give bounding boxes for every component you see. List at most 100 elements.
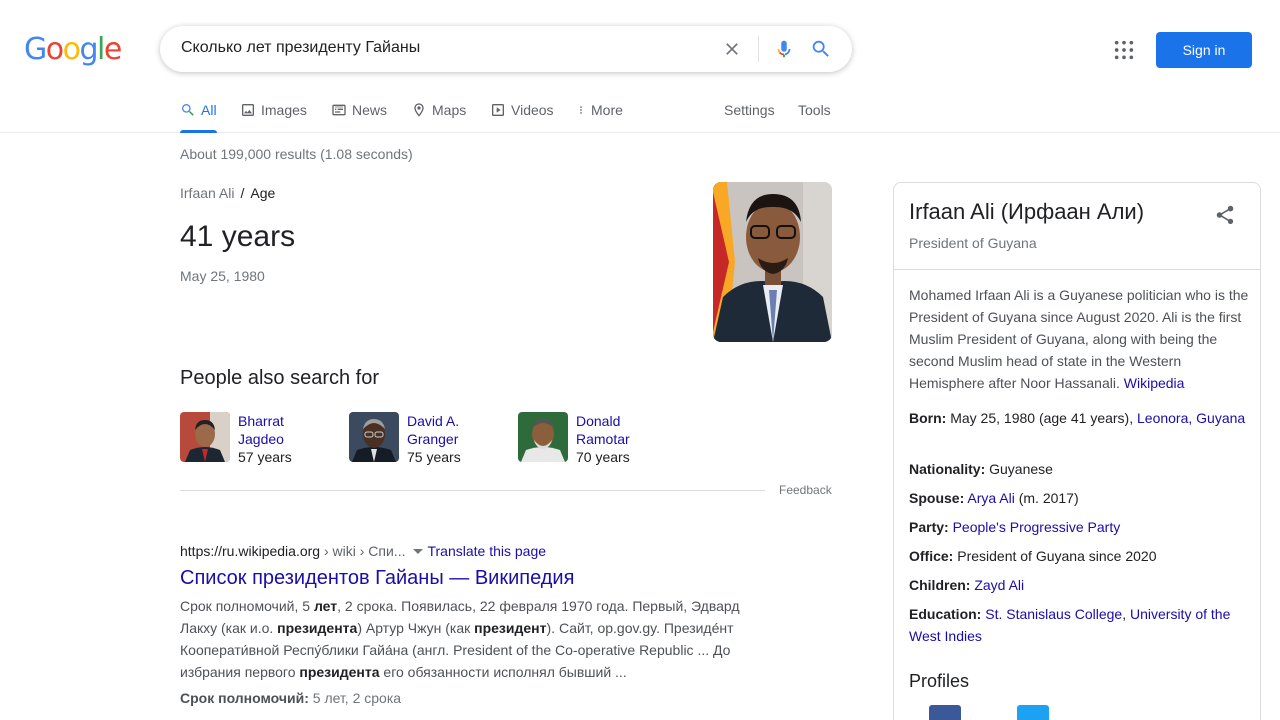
answer-value: 41 years xyxy=(180,220,296,253)
more-vert-icon xyxy=(580,106,582,114)
feedback-link[interactable]: Feedback xyxy=(779,483,832,497)
sign-in-button[interactable]: Sign in xyxy=(1156,32,1252,68)
fact-label: Office: xyxy=(909,548,954,564)
fact-born: Born: May 25, 1980 (age 41 years), Leono… xyxy=(909,407,1249,429)
tab-label: More xyxy=(591,102,623,118)
tab-maps[interactable]: Maps xyxy=(411,102,466,118)
related-person[interactable]: David A. Granger 75 years xyxy=(349,412,497,467)
fact-label: Children: xyxy=(909,577,971,593)
result-cite: https://ru.wikipedia.org › wiki › Спи...… xyxy=(180,543,546,559)
wikipedia-link[interactable]: Wikipedia xyxy=(1124,375,1185,391)
logo-letter: o xyxy=(62,32,81,67)
search-input[interactable]: Сколько лет президенту Гайаны xyxy=(181,39,420,57)
google-logo[interactable]: Google xyxy=(24,32,122,67)
twitter-icon[interactable] xyxy=(1017,705,1049,720)
tab-more[interactable]: More xyxy=(576,102,623,118)
tab-videos[interactable]: Videos xyxy=(490,102,554,118)
tab-all[interactable]: All xyxy=(180,102,217,133)
extra-value: 5 лет, 2 срока xyxy=(312,690,402,706)
fact-label: Nationality: xyxy=(909,461,986,477)
fact-link[interactable]: People's Progressive Party xyxy=(953,519,1121,535)
dropdown-arrow-icon[interactable] xyxy=(413,548,424,554)
person-thumbnail[interactable] xyxy=(518,412,568,462)
video-icon xyxy=(492,104,504,116)
answer-date: May 25, 1980 xyxy=(180,268,265,284)
tab-images[interactable]: Images xyxy=(240,102,307,118)
fact-value: May 25, 1980 (age 41 years), xyxy=(950,410,1134,426)
fact-nationality: Nationality: Guyanese xyxy=(909,458,1249,480)
tab-label: Images xyxy=(261,102,307,118)
fact-link[interactable]: Guyana xyxy=(1196,410,1245,426)
tab-tools[interactable]: Tools xyxy=(798,102,831,118)
fact-value: (m. 2017) xyxy=(1018,490,1079,506)
search-box[interactable]: Сколько лет президенту Гайаны xyxy=(160,26,852,72)
person-photo xyxy=(518,412,568,462)
tab-label: Maps xyxy=(432,102,467,118)
extra-label: Срок полномочий: xyxy=(180,690,309,706)
fact-link[interactable]: Arya Ali xyxy=(967,490,1014,506)
result-url[interactable]: https://ru.wikipedia.org xyxy=(180,543,320,559)
fact-link[interactable]: Leonora, xyxy=(1137,410,1192,426)
fact-label: Spouse: xyxy=(909,490,965,506)
search-tabs: All Images News Maps Videos More Setting… xyxy=(0,88,1280,133)
knowledge-panel: Irfaan Ali (Ирфаан Али) President of Guy… xyxy=(893,182,1261,720)
people-also-search-title: People also search for xyxy=(180,367,380,389)
image-icon xyxy=(242,104,254,116)
result-extra: Срок полномочий: 5 лет, 2 срока xyxy=(180,690,401,706)
close-icon[interactable] xyxy=(722,39,742,59)
person-age: 75 years xyxy=(407,449,461,465)
related-person[interactable]: Bharrat Jagdeo 57 years xyxy=(180,412,328,467)
search-divider xyxy=(758,36,759,62)
fact-value: Guyanese xyxy=(989,461,1053,477)
tab-settings[interactable]: Settings xyxy=(724,102,775,118)
search-icon[interactable] xyxy=(810,38,832,60)
person-name-link[interactable]: Donald Ramotar xyxy=(576,412,666,448)
logo-letter: G xyxy=(24,32,47,67)
breadcrumb-entity-link[interactable]: Irfaan Ali xyxy=(180,185,234,201)
result-stats: About 199,000 results (1.08 seconds) xyxy=(180,146,413,162)
profiles-title: Profiles xyxy=(909,671,970,691)
fact-separator: , xyxy=(1122,606,1127,622)
result-snippet: Срок полномочий, 5 лет, 2 срока. Появила… xyxy=(180,598,740,680)
tab-label: Videos xyxy=(511,102,554,118)
fact-office: Office: President of Guyana since 2020 xyxy=(909,545,1249,567)
tab-news[interactable]: News xyxy=(331,102,387,118)
result-path: › wiki › Спи... xyxy=(320,543,406,559)
fact-label: Education: xyxy=(909,606,982,622)
portrait-image[interactable] xyxy=(713,182,832,342)
person-photo xyxy=(349,412,399,462)
fact-children: Children: Zayd Ali xyxy=(909,574,1249,596)
translate-link[interactable]: Translate this page xyxy=(427,543,546,559)
facebook-icon[interactable] xyxy=(929,705,961,720)
related-person[interactable]: Donald Ramotar 70 years xyxy=(518,412,666,467)
logo-letter: e xyxy=(103,32,122,67)
kp-description: Mohamed Irfaan Ali is a Guyanese politic… xyxy=(909,284,1249,394)
logo-letter: l xyxy=(97,32,105,67)
fact-spouse: Spouse: Arya Ali (m. 2017) xyxy=(909,487,1249,509)
apps-grid-icon[interactable] xyxy=(1113,39,1135,61)
kp-divider xyxy=(894,269,1260,270)
person-name-link[interactable]: David A. Granger xyxy=(407,412,497,448)
map-pin-icon xyxy=(414,103,424,117)
share-icon[interactable] xyxy=(1214,204,1236,226)
section-divider xyxy=(180,490,765,491)
person-thumbnail[interactable] xyxy=(180,412,230,462)
fact-party: Party: People's Progressive Party xyxy=(909,516,1249,538)
person-photo xyxy=(180,412,230,462)
fact-value: President of Guyana since 2020 xyxy=(957,548,1157,564)
kp-title: Irfaan Ali (Ирфаан Али) xyxy=(909,199,1145,224)
microphone-icon[interactable] xyxy=(773,38,795,60)
person-age: 70 years xyxy=(576,449,630,465)
fact-link[interactable]: St. Stanislaus College xyxy=(985,606,1122,622)
person-name-link[interactable]: Bharrat Jagdeo xyxy=(238,412,328,448)
fact-label: Born: xyxy=(909,410,947,426)
person-thumbnail[interactable] xyxy=(349,412,399,462)
result-title-link[interactable]: Список президентов Гайаны — Википедия xyxy=(180,567,574,590)
tab-label: Tools xyxy=(798,102,831,118)
tab-label: All xyxy=(201,102,217,118)
search-icon xyxy=(182,104,194,116)
breadcrumb-attribute: Age xyxy=(250,185,276,201)
fact-link[interactable]: Zayd Ali xyxy=(974,577,1024,593)
news-icon xyxy=(332,104,346,116)
tab-label: Settings xyxy=(724,102,775,118)
